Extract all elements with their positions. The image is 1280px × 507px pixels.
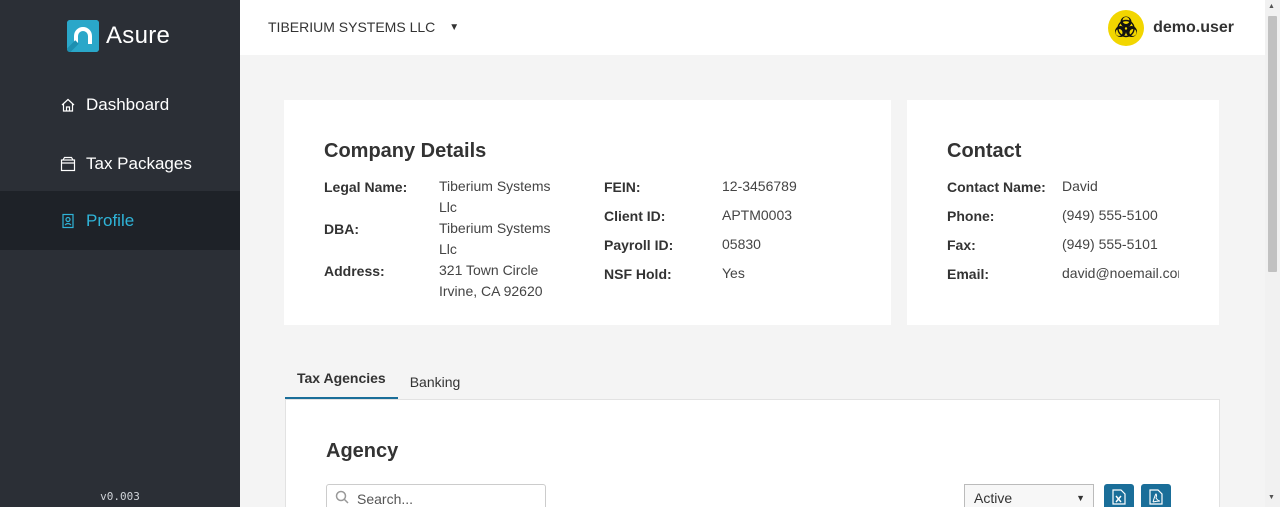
fax-value: (949) 555-5101	[1062, 236, 1158, 252]
scroll-down-arrow-icon[interactable]: ▼	[1268, 494, 1275, 501]
caret-down-icon: ▼	[449, 21, 460, 33]
profile-tabs: Tax Agencies Banking	[285, 362, 472, 400]
legal-name-label: Legal Name:	[324, 179, 408, 195]
scroll-thumb[interactable]	[1268, 16, 1277, 272]
export-pdf-button[interactable]	[1141, 484, 1171, 507]
contact-name-value: David	[1062, 178, 1098, 194]
user-menu[interactable]: demo.user	[1108, 10, 1234, 46]
agency-search[interactable]	[326, 484, 546, 507]
nsf-hold-value: Yes	[722, 265, 745, 281]
agency-panel: Agency Active ▼	[285, 399, 1220, 507]
caret-down-icon: ▼	[1076, 493, 1085, 503]
address-value: 321 Town Circle Irvine, CA 92620	[439, 262, 543, 299]
status-filter-select[interactable]: Active ▼	[964, 484, 1094, 507]
dba-label: DBA:	[324, 221, 359, 237]
company-details-title: Company Details	[324, 140, 487, 162]
payroll-id-label: Payroll ID:	[604, 237, 674, 253]
tab-tax-agencies[interactable]: Tax Agencies	[285, 362, 398, 400]
asure-logo-icon	[67, 20, 99, 52]
excel-export-icon	[1112, 488, 1126, 507]
sidebar-item-label: Profile	[86, 210, 135, 230]
biohazard-icon	[1108, 10, 1145, 46]
client-id-value: APTM0003	[722, 207, 793, 223]
nsf-hold-label: NSF Hold:	[604, 266, 672, 282]
sidebar-item-label: Dashboard	[86, 94, 170, 114]
client-id-label: Client ID:	[604, 208, 666, 224]
username: demo.user	[1153, 19, 1234, 36]
scroll-up-arrow-icon[interactable]: ▲	[1268, 3, 1275, 10]
fax-label: Fax:	[947, 237, 976, 253]
page-scrollbar[interactable]: ▲ ▼	[1265, 0, 1280, 507]
home-icon	[60, 97, 76, 113]
sidebar-item-label: Tax Packages	[86, 153, 192, 173]
contact-name-label: Contact Name:	[947, 179, 1046, 195]
topbar: TIBERIUM SYSTEMS LLC ▼ demo.user	[240, 0, 1265, 55]
agency-title: Agency	[326, 440, 399, 462]
pdf-export-icon	[1149, 488, 1163, 507]
fein-label: FEIN:	[604, 179, 641, 195]
dba-value: Tiberium Systems Llc	[439, 220, 551, 257]
sidebar-item-tax-packages[interactable]: Tax Packages	[0, 134, 240, 193]
contact-card: Contact Contact Name: David Phone: (949)…	[907, 100, 1219, 325]
company-details-card: Company Details Legal Name: Tiberium Sys…	[284, 100, 891, 325]
contact-title: Contact	[947, 140, 1022, 162]
payroll-id-value: 05830	[722, 236, 761, 252]
tab-banking[interactable]: Banking	[398, 362, 473, 400]
sidebar: Asure Dashboard Tax Packages Profile v0.…	[0, 0, 240, 507]
sidebar-item-profile[interactable]: Profile	[0, 191, 240, 250]
package-icon	[60, 156, 76, 172]
status-filter-value: Active	[974, 490, 1013, 506]
sidebar-item-dashboard[interactable]: Dashboard	[0, 75, 240, 134]
export-excel-button[interactable]	[1104, 484, 1134, 507]
logo-text: Asure	[106, 22, 171, 49]
phone-value: (949) 555-5100	[1062, 207, 1158, 223]
logo[interactable]: Asure	[67, 20, 170, 52]
company-name: TIBERIUM SYSTEMS LLC	[268, 19, 436, 35]
email-value: david@noemail.com	[1062, 265, 1179, 281]
legal-name-value: Tiberium Systems Llc	[439, 178, 551, 215]
search-input[interactable]	[357, 491, 537, 507]
address-label: Address:	[324, 263, 385, 279]
phone-label: Phone:	[947, 208, 995, 224]
profile-icon	[60, 213, 76, 229]
app-version: v0.003	[100, 490, 140, 503]
fein-value: 12-3456789	[722, 178, 797, 194]
search-icon	[335, 490, 349, 507]
company-selector[interactable]: TIBERIUM SYSTEMS LLC ▼	[268, 19, 459, 35]
email-label: Email:	[947, 266, 990, 282]
